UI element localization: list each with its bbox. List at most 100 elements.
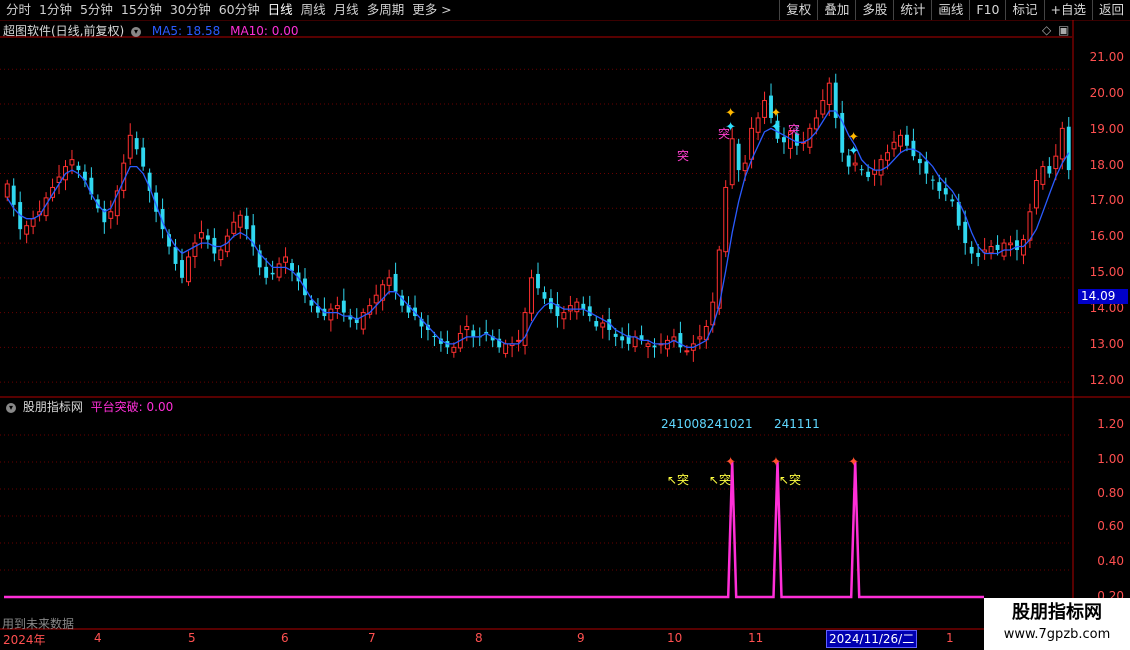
candle-body-up [386, 277, 392, 286]
candle-body-down [976, 252, 981, 257]
price-tick: 16.00 [1089, 229, 1124, 243]
watermark: 股朋指标网 www.7gpzb.com [984, 598, 1130, 650]
candle-body-down [542, 292, 547, 299]
candle-body-up [852, 162, 858, 166]
candle-body-down [866, 171, 871, 178]
candle-body-up [464, 325, 470, 331]
candle-body-down [581, 303, 586, 310]
candle-body-up [755, 117, 761, 133]
candle-body-up [451, 346, 457, 353]
candle-body-up [4, 183, 10, 198]
candle-body-up [237, 214, 243, 228]
candle-body-up [813, 117, 819, 130]
candle-body-down [911, 140, 916, 157]
current-price-tag: 14.09 [1078, 289, 1128, 304]
butterfly-icon: ✦ [848, 455, 859, 470]
candle-body-up [198, 232, 204, 239]
candle-body-up [885, 152, 890, 161]
indicator-source: 股朋指标网 [22, 400, 83, 414]
candle-body-down [270, 272, 275, 275]
chevron-down-icon[interactable]: ▾ [131, 26, 142, 37]
candle-body-up [742, 162, 748, 172]
candle-body-up [567, 305, 573, 312]
candle-body-down [1066, 126, 1071, 171]
candle-body-up [820, 100, 826, 115]
date-tick: 7 [368, 631, 376, 645]
candle-body-up [729, 138, 735, 186]
candle-body-up [684, 350, 690, 353]
price-tick: 17.00 [1089, 193, 1124, 207]
candle-body-up [24, 225, 30, 235]
candle-body-up [127, 134, 133, 159]
candle-body-up [561, 312, 567, 320]
candle-body-up [988, 246, 994, 254]
date-tick: 4 [94, 631, 102, 645]
breakout-marker-label: ↖突 [709, 473, 732, 487]
date-tick: 5 [188, 631, 196, 645]
candle-body-up [632, 336, 638, 348]
indicator-tick: 1.00 [1097, 452, 1124, 466]
date-tick: 8 [475, 631, 483, 645]
candle-body-down [969, 246, 974, 254]
candle-body-down [432, 336, 437, 338]
main-panel-title: 超图软件(日线,前复权) ▾ MA5: 18.58 MA10: 0.00 [3, 22, 299, 39]
watermark-url: www.7gpzb.com [1003, 627, 1111, 642]
breakout-marker-label: ↖突 [667, 473, 690, 487]
price-tick: 12.00 [1089, 373, 1124, 387]
candle-body-down [393, 273, 398, 292]
candle-body-down [620, 336, 625, 341]
candle-body-up [574, 301, 580, 313]
candle-body-down [736, 143, 741, 171]
candle-body-down [11, 185, 16, 205]
candle-body-up [516, 339, 522, 342]
candle-body-up [600, 322, 606, 328]
indicator-tick: 0.40 [1097, 554, 1124, 568]
chevron-down-icon[interactable]: ▾ [6, 402, 16, 413]
candle-body-down [205, 235, 210, 240]
candle-body-up [1053, 155, 1059, 170]
price-tick: 15.00 [1089, 265, 1124, 279]
candle-body-up [1008, 242, 1013, 246]
butterfly-icon: ✦ [770, 106, 781, 121]
candle-body-up [665, 339, 670, 350]
butterfly-icon: ✦ [848, 130, 859, 145]
price-tick: 20.00 [1089, 86, 1124, 100]
candle-body-up [186, 256, 191, 283]
date-tick: 11 [748, 631, 764, 645]
candle-body-up [529, 277, 534, 314]
candle-body-down [917, 158, 922, 164]
diamond-icon[interactable]: ◇ [1042, 23, 1051, 37]
cursor-date: 2024/11/26/二 [826, 630, 918, 648]
ma5-label: MA5: 18.58 [151, 24, 221, 38]
price-tick: 21.00 [1089, 50, 1124, 64]
candle-body-up [723, 186, 729, 253]
watermark-name: 股朋指标网 [1012, 602, 1102, 623]
candle-body-up [697, 336, 703, 340]
date-tick: 1 [946, 631, 954, 645]
stock-title: 超图软件(日线,前复权) [3, 24, 125, 38]
candle-body-up [891, 141, 897, 150]
price-tick: 13.00 [1089, 337, 1124, 351]
candle-body-down [180, 260, 184, 278]
panel-toggle-icon[interactable]: ▣ [1058, 23, 1069, 37]
candle-body-down [782, 137, 786, 143]
candle-body-up [1033, 180, 1039, 209]
candle-body-down [924, 161, 929, 174]
breakout-marker-label: ↖突 [779, 473, 802, 487]
candle-body-up [1059, 127, 1065, 160]
indicator-tick: 0.60 [1097, 519, 1124, 533]
candle-body-up [522, 312, 528, 346]
candle-body-down [943, 188, 948, 195]
butterfly-icon: ✦ [848, 144, 859, 159]
candle-body-down [950, 199, 955, 202]
candle-body-up [1040, 166, 1046, 185]
candle-body-down [937, 182, 942, 191]
candle-body-up [283, 256, 289, 263]
candle-body-down [536, 273, 540, 289]
candle-body-down [652, 345, 657, 348]
candle-body-down [264, 266, 269, 278]
candle-body-up [898, 134, 903, 147]
signal-dates-label: 241008241021 [661, 417, 753, 431]
indicator-value: 平台突破: 0.00 [90, 400, 174, 414]
kline-chart[interactable]: ✦✦✦✦✦✦ ✦ ✦ ✦ [0, 0, 1130, 650]
